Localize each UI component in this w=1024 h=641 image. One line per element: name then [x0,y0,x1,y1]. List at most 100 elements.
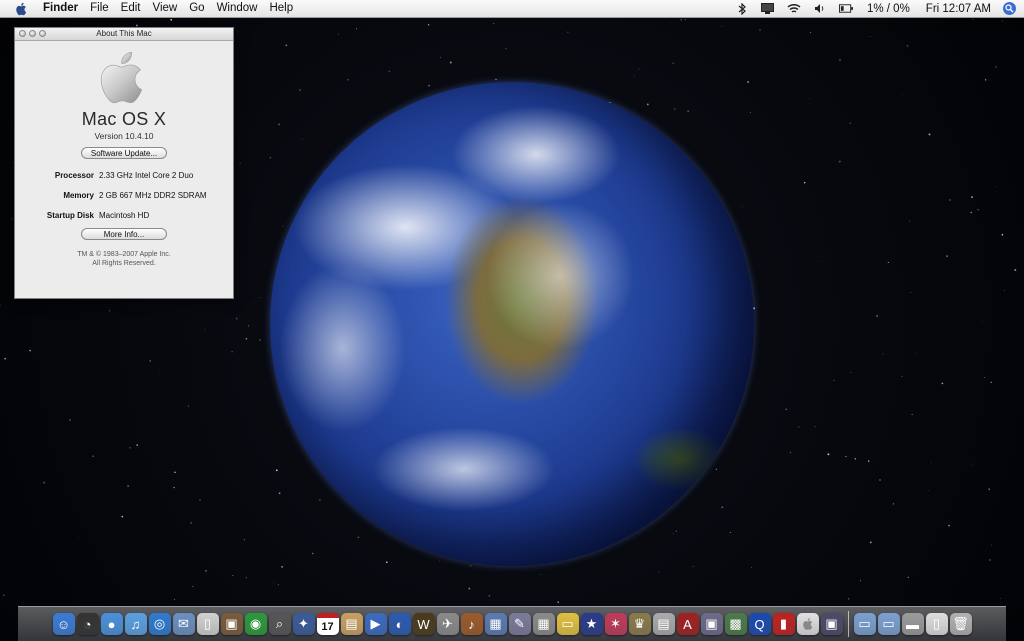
trash-icon[interactable]: 🗑 [949,613,972,635]
quicktime-icon[interactable]: Q [748,613,771,635]
star [984,376,986,378]
menu-help[interactable]: Help [263,0,299,17]
star [469,564,472,567]
dictionary-icon[interactable]: A [676,613,699,635]
file-icon[interactable]: ▯ [925,613,948,635]
volume-icon[interactable] [813,3,827,15]
star [427,24,430,26]
menu-go[interactable]: Go [183,0,210,17]
comic-icon[interactable]: ✶ [604,613,627,635]
battery-icon[interactable] [838,3,853,15]
game-icon[interactable]: ♛ [628,613,651,635]
star [833,379,835,382]
preview-icon[interactable]: ⌕ [268,613,291,635]
stickies-icon[interactable]: ▭ [556,613,579,635]
star [850,372,852,373]
star [170,18,173,21]
menu-app-name[interactable]: Finder [39,0,84,17]
star [173,598,176,601]
mail-icon[interactable]: ✉ [172,613,195,635]
display-icon[interactable] [761,3,775,15]
menu-clock[interactable]: Fri 12:07 AM [926,3,991,15]
network-icon[interactable]: ▦ [484,613,507,635]
star [205,570,207,572]
specs-list: Processor 2.33 GHz Intel Core 2 Duo Memo… [15,171,233,231]
star [901,376,903,377]
applications-folder-icon[interactable]: ▭ [853,613,876,635]
window-titlebar[interactable]: About This Mac [15,28,233,41]
software-update-button[interactable]: Software Update... [81,147,167,159]
memory-value: 2 GB 667 MHz DDR2 SDRAM [99,191,207,200]
zoom-window-button[interactable] [39,30,46,37]
star [814,426,816,427]
star [798,426,800,428]
star [3,594,5,597]
photo-booth-icon[interactable]: ▣ [820,613,843,635]
menu-window[interactable]: Window [211,0,264,17]
os-version[interactable]: Version 10.4.10 [15,131,233,141]
ical-icon[interactable]: 17 [316,613,339,635]
star [972,463,974,465]
star [990,381,992,384]
wizard-icon[interactable]: ★ [580,613,603,635]
close-window-button[interactable] [19,30,26,37]
star [29,349,31,352]
iphoto-icon[interactable]: ▣ [220,613,243,635]
star [721,26,722,27]
spec-row-processor: Processor 2.33 GHz Intel Core 2 Duo [15,171,233,191]
system-icon[interactable]: ✦ [292,613,315,635]
star [675,530,677,532]
battery-status-text[interactable]: 1% / 0% [867,3,910,15]
star [715,468,717,470]
star [638,68,640,70]
star [868,460,870,462]
red-app-icon[interactable]: ▮ [772,613,795,635]
star [43,481,46,484]
star [741,206,743,208]
star [970,211,972,214]
guitar-icon[interactable]: ♪ [460,613,483,635]
star [907,576,909,578]
star [278,123,280,126]
spotlight-search-icon[interactable] [1003,2,1016,15]
menu-edit[interactable]: Edit [115,0,147,17]
apple-menu-icon[interactable] [13,2,29,16]
finder-icon[interactable]: ☺ [52,613,75,635]
menu-file[interactable]: File [84,0,115,17]
star [275,469,278,472]
notes-icon[interactable]: ▤ [340,613,363,635]
star [495,78,497,81]
wifi-icon[interactable] [787,3,801,15]
star [911,413,913,416]
slideshow-icon[interactable]: ▩ [724,613,747,635]
star [803,181,806,184]
ichat-icon[interactable]: ● [100,613,123,635]
script-icon[interactable]: ✎ [508,613,531,635]
ipod-icon[interactable]: ▯ [196,613,219,635]
itunes-icon[interactable]: ♫ [124,613,147,635]
dvd-player-icon[interactable]: ◐ [388,613,411,635]
star [567,31,569,33]
minimize-window-button[interactable] [29,30,36,37]
safari-icon[interactable]: ◎ [148,613,171,635]
calculator-icon[interactable]: ▦ [532,613,555,635]
dashboard-icon[interactable]: ◔ [76,613,99,635]
time-machine-icon[interactable]: ◉ [244,613,267,635]
menu-view[interactable]: View [147,0,184,17]
imovie-icon[interactable]: ▶ [364,613,387,635]
star [1000,597,1001,599]
star [971,196,973,199]
bluetooth-icon[interactable] [735,2,749,15]
telescope-icon[interactable]: ✈ [436,613,459,635]
documents-folder-icon[interactable]: ▭ [877,613,900,635]
star [127,485,130,487]
warcraft-icon[interactable]: W [412,613,435,635]
drive-icon[interactable]: ▬ [901,613,924,635]
apple-icon[interactable] [796,613,819,635]
dock: ☺ ◔ ● ♫ ◎ ✉ ▯ ▣ ◉ ⌕ ✦ 17 ▤ ▶ ◐ W ✈ ♪ ▦ ✎ ▦ ▭ ★ ✶ ♛ ▤ A ▣ ▩ Q ▮ ▣ ▭ ▭ ▬ ▯ 🗑 [18,606,1006,641]
printer-icon[interactable]: ▤ [652,613,675,635]
window-controls [19,30,46,37]
star [869,36,871,37]
star [859,580,862,582]
photo-icon[interactable]: ▣ [700,613,723,635]
